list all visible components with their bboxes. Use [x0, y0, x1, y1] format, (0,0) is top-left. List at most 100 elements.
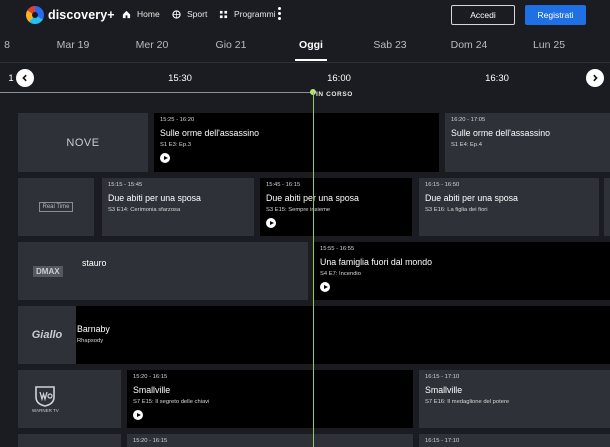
program-title: Una famiglia fuori dal mondo [320, 257, 432, 267]
channel-row: DMAX stauro 15:55 - 16:55 Una famiglia f… [0, 242, 610, 300]
day-tab[interactable]: Mar 19 [57, 39, 90, 51]
program-time: 15:25 - 16:20 [160, 117, 195, 123]
channel-row: Real Time 15:15 - 15:45 Due abiti per un… [0, 178, 610, 236]
nav-link-home[interactable]: Home [122, 9, 160, 19]
more-menu-icon[interactable] [278, 7, 282, 22]
program-time: 15:55 - 16:55 [320, 246, 355, 252]
program-time: 16:20 - 17:05 [451, 117, 486, 123]
day-tab[interactable]: Mer 20 [136, 39, 169, 51]
program-title: stauro [82, 258, 107, 268]
programs-icon [219, 10, 228, 18]
program-cell[interactable]: 16:15 - 17:10 Smallville S7 E16: Il meda… [419, 370, 610, 428]
now-label: IN CORSO [316, 91, 353, 98]
day-selector: 8 Mar 19 Mer 20 Gio 21 Oggi Sab 23 Dom 2… [0, 32, 610, 63]
program-title: Due abiti per una sposa [108, 193, 201, 203]
active-day-underline [295, 59, 327, 61]
time-tick: 1 [8, 73, 14, 84]
program-episode: S3 E15: Sempre insieme [266, 207, 331, 213]
program-time: 16:15 - 17:10 [425, 438, 460, 444]
timeline-bar: 1 15:30 16:00 16:30 [0, 62, 610, 94]
program-title: Smallville [425, 385, 463, 395]
register-button[interactable]: Registrati [525, 5, 586, 25]
program-time: 15:20 - 16:15 [133, 374, 168, 380]
play-icon[interactable] [320, 282, 330, 292]
program-cell[interactable]: 15:25 - 16:20 Sulle orme dell'assassino … [154, 113, 439, 172]
warner-tv-logo: WARNER TV [32, 385, 59, 413]
tv-guide-grid: NOVE 15:25 - 16:20 Sulle orme dell'assas… [0, 113, 610, 447]
timeline-next-button[interactable] [586, 69, 604, 87]
chevron-left-icon [22, 74, 27, 82]
nav-link-label: Sport [187, 9, 208, 19]
timeline-prev-button[interactable] [16, 69, 34, 87]
play-icon[interactable] [266, 218, 276, 228]
channel-logo[interactable] [18, 434, 121, 447]
chevron-right-icon [593, 74, 598, 82]
program-cell[interactable]: 16:15 - 17:10 [419, 434, 610, 447]
program-cell[interactable] [604, 178, 610, 236]
discovery-globe-icon [26, 6, 44, 24]
login-button[interactable]: Accedi [451, 5, 515, 25]
warner-shield-icon [35, 386, 56, 407]
channel-logo-warnertv[interactable]: WARNER TV [18, 370, 121, 428]
nav-link-sport[interactable]: Sport [172, 9, 207, 19]
day-tab[interactable]: Gio 21 [216, 39, 247, 51]
channel-logo-realtime[interactable]: Real Time [18, 178, 94, 236]
program-title: Due abiti per una sposa [266, 193, 359, 203]
play-icon[interactable] [160, 153, 170, 163]
day-tab[interactable]: Sab 23 [373, 39, 406, 51]
channel-name: NOVE [66, 136, 100, 149]
channel-name: WARNER TV [32, 408, 59, 413]
program-cell[interactable]: 16:15 - 16:50 Due abiti per una sposa S3… [419, 178, 599, 236]
channel-logo-giallo[interactable]: Giallo [18, 306, 76, 364]
discovery-logo[interactable]: discovery+ [26, 6, 115, 24]
program-time: 16:15 - 16:50 [425, 182, 460, 188]
timeline-progress-line [0, 92, 314, 93]
program-episode: S1 E4: Ep.4 [451, 142, 482, 148]
program-title: Smallville [133, 385, 171, 395]
program-cell[interactable]: 15:15 - 15:45 Due abiti per una sposa S3… [102, 178, 254, 236]
logo-text: discovery+ [48, 8, 115, 22]
program-title: Sulle orme dell'assassino [451, 128, 550, 138]
program-time: 15:20 - 16:15 [133, 438, 168, 444]
nav-link-label: Home [137, 9, 160, 19]
program-episode: Rhapsody [77, 338, 104, 344]
current-time-line [313, 92, 314, 447]
program-episode: S4 E7: Incendio [320, 271, 361, 277]
nav-link-label: Programmi [234, 9, 276, 19]
day-tab[interactable]: 8 [4, 39, 10, 51]
channel-name: Real Time [39, 202, 73, 212]
program-cell[interactable]: 15:45 - 16:15 Due abiti per una sposa S3… [260, 178, 412, 236]
day-tab[interactable]: Dom 24 [451, 39, 488, 51]
time-tick: 16:00 [327, 73, 351, 84]
program-cell[interactable]: 15:20 - 16:15 [127, 434, 413, 447]
channel-name: Giallo [31, 329, 63, 341]
program-cell[interactable]: stauro [76, 242, 308, 300]
program-title: Barnaby [77, 324, 110, 334]
channel-name: DMAX [33, 265, 63, 277]
program-episode: S7 E15: Il segreto delle chiavi [133, 399, 210, 405]
top-navigation: discovery+ Home Sport Programmi Accedi R… [0, 0, 610, 32]
program-episode: S7 E16: Il medaglione del potere [425, 399, 510, 405]
day-tab[interactable]: Lun 25 [533, 39, 565, 51]
nav-link-programmi[interactable]: Programmi [219, 9, 276, 19]
home-icon [122, 10, 131, 18]
program-episode: S3 E14: Cerimonia sfarzosa [108, 207, 181, 213]
program-cell[interactable]: 16:20 - 17:05 Sulle orme dell'assassino … [445, 113, 610, 172]
program-cell[interactable]: Barnaby Rhapsody [76, 306, 610, 364]
program-time: 16:15 - 17:10 [425, 374, 460, 380]
time-tick: 15:30 [168, 73, 192, 84]
channel-logo-nove[interactable]: NOVE [18, 113, 148, 172]
channel-row: 15:20 - 16:15 16:15 - 17:10 [0, 434, 610, 447]
play-icon[interactable] [133, 410, 143, 420]
program-time: 15:15 - 15:45 [108, 182, 143, 188]
channel-row: WARNER TV 15:20 - 16:15 Smallville S7 E1… [0, 370, 610, 428]
sport-icon [172, 9, 181, 19]
program-cell[interactable]: 15:55 - 16:55 Una famiglia fuori dal mon… [314, 242, 610, 300]
channel-row: NOVE 15:25 - 16:20 Sulle orme dell'assas… [0, 113, 610, 172]
program-cell[interactable]: 15:20 - 16:15 Smallville S7 E15: Il segr… [127, 370, 413, 428]
program-time: 15:45 - 16:15 [266, 182, 301, 188]
program-title: Sulle orme dell'assassino [160, 128, 259, 138]
channel-row: Giallo Barnaby Rhapsody [0, 306, 610, 364]
day-tab-today[interactable]: Oggi [299, 39, 323, 51]
program-episode: S3 E16: La figlia dei fiori [425, 207, 488, 213]
